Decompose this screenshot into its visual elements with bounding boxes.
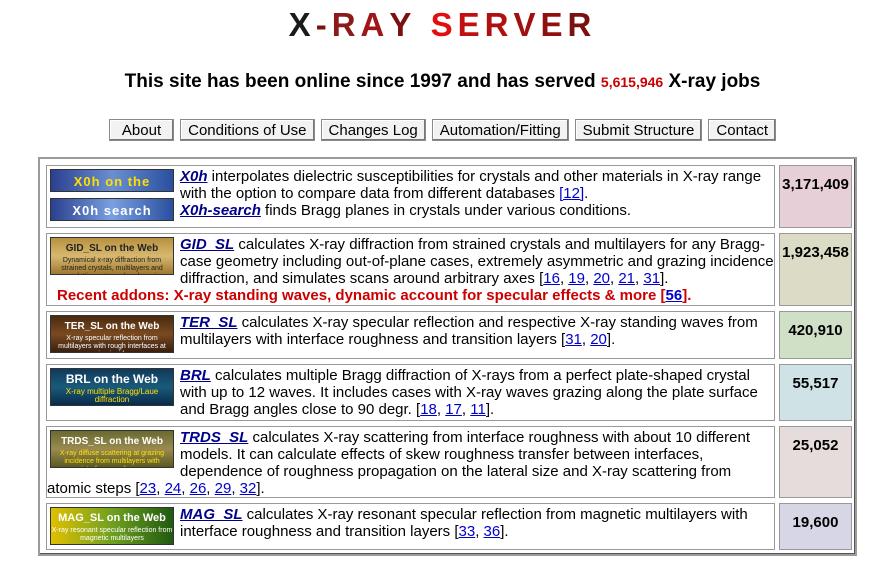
gid-sl-logo-subtitle: Dynamical x-ray diffraction from straine… (60, 257, 164, 274)
title-letter (416, 6, 430, 44)
punctuation: . (584, 185, 589, 202)
brl-logo[interactable]: BRL on the Web X-ray multiple Bragg/Laue … (50, 368, 174, 406)
ref-link[interactable]: 24 (165, 480, 182, 497)
trds-sl-link[interactable]: TRDS_SL (180, 429, 248, 446)
stats-text-post: X-ray jobs (668, 71, 761, 92)
ref-link[interactable]: 32 (240, 480, 257, 497)
title-letter: R (567, 6, 597, 43)
about-button[interactable]: About (108, 119, 175, 141)
gid-sl-logo[interactable]: GID_SL on the Web Dynamical x-ray diffrac… (50, 237, 174, 275)
gid-sl-count: 1,923,458 (779, 233, 852, 306)
brl-logo-title: BRL on the Web (65, 372, 159, 386)
service-row-trds-sl: TRDS_SL on the Web X-ray diffuse scatteri… (46, 426, 775, 498)
title-letter: A (360, 6, 390, 43)
x0h-link[interactable]: X0h (180, 168, 208, 185)
title-letter: X (288, 6, 316, 43)
ref-link[interactable]: 20 (590, 331, 607, 348)
brl-description: calculates multiple Bragg diffraction of… (180, 367, 758, 418)
x0h-description: interpolates dielectric susceptibilities… (180, 168, 762, 202)
trds-sl-logo-title: TRDS_SL on the Web (61, 436, 163, 447)
brl-link[interactable]: BRL (180, 367, 211, 384)
ref-link[interactable]: 11 (470, 401, 486, 418)
trds-sl-logo-subtitle: X-ray diffuse scattering at grazing inci… (59, 450, 165, 467)
ref-link[interactable]: 36 (484, 523, 501, 540)
title-letter: R (484, 6, 514, 43)
title-letter: E (540, 6, 568, 43)
ref-link[interactable]: 29 (215, 480, 232, 497)
ref-link[interactable]: 20 (593, 270, 610, 287)
x0h-logo-text: X0h on the Web!!! (73, 174, 151, 189)
ref-link[interactable]: 26 (190, 480, 207, 497)
title-letter: R (331, 6, 361, 43)
trds-sl-count: 25,052 (779, 426, 852, 498)
x0h-count: 3,171,409 (779, 165, 852, 228)
brl-count: 55,517 (779, 364, 852, 421)
served-count: 5,615,946 (600, 74, 664, 90)
mag-sl-count: 19,600 (779, 503, 852, 550)
conditions-button[interactable]: Conditions of Use (180, 119, 315, 141)
service-row-gid-sl: GID_SL on the Web Dynamical x-ray diffrac… (46, 233, 775, 306)
trds-sl-logo[interactable]: TRDS_SL on the Web X-ray diffuse scatteri… (50, 430, 174, 468)
mag-sl-logo[interactable]: MAG_SL on the Web X-ray resonant specular… (50, 507, 174, 545)
title-letter: V (513, 6, 541, 43)
site-stats: This site has been online since 1997 and… (0, 71, 885, 93)
ref-link[interactable]: 31 (565, 331, 582, 348)
ter-sl-count: 420,910 (779, 311, 852, 359)
ref-link[interactable]: [12] (559, 185, 584, 202)
addon-text: Recent addons: X-ray standing waves, dyn… (57, 287, 657, 304)
stats-text-pre: This site has been online since 1997 and… (124, 71, 596, 92)
title-letter: S (430, 6, 458, 43)
changes-log-button[interactable]: Changes Log (320, 119, 426, 141)
ref-link[interactable]: 31 (643, 270, 660, 287)
ter-sl-logo-title: TER_SL on the Web (64, 321, 160, 332)
title-letter: - (315, 6, 332, 43)
nav-bar: About Conditions of Use Changes Log Auto… (0, 119, 885, 141)
ref-link[interactable]: 17 (445, 401, 462, 418)
x0h-search-link[interactable]: X0h-search (180, 202, 261, 219)
service-row-ter-sl: TER_SL on the Web X-ray specular reflecti… (46, 311, 775, 359)
mag-sl-logo-subtitle: X-ray resonant specular reflection from … (51, 527, 173, 542)
submit-structure-button[interactable]: Submit Structure (574, 119, 703, 141)
ter-sl-description: calculates X-ray specular reflection and… (180, 314, 758, 348)
ref-link[interactable]: 23 (140, 480, 157, 497)
brl-logo-subtitle: X-ray multiple Bragg/Laue diffraction (65, 387, 159, 404)
mag-sl-logo-title: MAG_SL on the Web (58, 512, 166, 524)
contact-button[interactable]: Contact (708, 119, 777, 141)
ref-link[interactable]: 18 (420, 401, 437, 418)
ter-sl-logo-subtitle: X-ray specular reflection from multilaye… (58, 335, 166, 352)
gid-sl-link[interactable]: GID_SL (180, 236, 234, 253)
services-table: X0h on the Web!!! X0h search X0h interpo… (38, 157, 857, 556)
ref-link[interactable]: 19 (568, 270, 585, 287)
gid-sl-description: calculates X-ray diffraction from strain… (180, 236, 774, 287)
service-row-x0h: X0h on the Web!!! X0h search X0h interpo… (46, 165, 775, 228)
x0h-logo[interactable]: X0h on the Web!!! (50, 169, 174, 192)
ref-link[interactable]: 21 (618, 270, 635, 287)
x0h-search-logo[interactable]: X0h search (50, 198, 174, 221)
x0h-search-description: finds Bragg planes in crystals under var… (260, 202, 632, 219)
ter-sl-link[interactable]: TER_SL (180, 314, 238, 331)
x0h-search-logo-text: X0h search (72, 203, 152, 218)
mag-sl-link[interactable]: MAG_SL (180, 506, 243, 523)
ref-link[interactable]: 33 (459, 523, 476, 540)
gid-sl-logo-title: GID_SL on the Web (65, 243, 159, 254)
page-title: X-RAY SERVER (0, 6, 885, 44)
service-row-brl: BRL on the Web X-ray multiple Bragg/Laue … (46, 364, 775, 421)
title-letter: E (457, 6, 485, 43)
ter-sl-logo[interactable]: TER_SL on the Web X-ray specular reflecti… (50, 315, 174, 353)
ref-link[interactable]: 16 (543, 270, 560, 287)
service-row-mag-sl: MAG_SL on the Web X-ray resonant specular… (46, 503, 775, 550)
title-letter: Y (389, 6, 417, 43)
automation-button[interactable]: Automation/Fitting (431, 119, 569, 141)
ref-link[interactable]: 56 (666, 287, 683, 304)
recent-addons: Recent addons: X-ray standing waves, dyn… (57, 287, 692, 304)
